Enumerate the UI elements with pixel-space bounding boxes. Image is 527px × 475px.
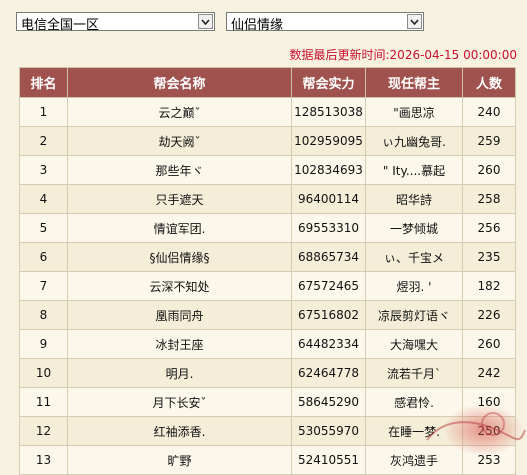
server-select-value: 电信全国一区 [21, 18, 100, 33]
cell-rank: 1 [19, 97, 68, 127]
guild-select[interactable]: 仙侣情缘 [226, 12, 424, 33]
col-header-guild[interactable]: 帮会名称 [67, 67, 292, 98]
cell-guild: 月下长安ˇ [67, 387, 292, 417]
cell-leader: 大海嘿大 [365, 329, 463, 359]
cell-power: 64482334 [291, 329, 366, 359]
cell-members: 260 [462, 155, 516, 185]
cell-leader: 流若千月` [365, 358, 463, 388]
col-header-leader[interactable]: 现任帮主 [365, 67, 463, 98]
cell-members: 253 [462, 445, 516, 475]
chevron-down-icon[interactable] [198, 14, 213, 29]
table-row[interactable]: 11 月下长安ˇ 58645290 感君怜. 160 [19, 387, 516, 417]
chevron-down-icon[interactable] [407, 14, 422, 29]
cell-power: 102959095 [291, 126, 366, 156]
guild-ranking-table: 排名 帮会名称 帮会实力 现任帮主 人数 1 云之巅ˇ 128513038 "画思凉 2… [19, 67, 516, 475]
cell-rank: 10 [19, 358, 68, 388]
cell-members: 258 [462, 184, 516, 214]
cell-rank: 9 [19, 329, 68, 359]
cell-power: 58645290 [291, 387, 366, 417]
cell-guild: 云之巅ˇ [67, 97, 292, 127]
cell-guild: 冰封王座 [67, 329, 292, 359]
cell-members: 182 [462, 271, 516, 301]
cell-leader: 在睡一梦. [365, 416, 463, 446]
cell-power: 68865734 [291, 242, 366, 272]
cell-power: 62464778 [291, 358, 366, 388]
cell-rank: 13 [19, 445, 68, 475]
cell-guild: 明月. [67, 358, 292, 388]
cell-power: 96400114 [291, 184, 366, 214]
cell-rank: 6 [19, 242, 68, 272]
cell-members: 240 [462, 97, 516, 127]
cell-guild: 那些年ヾ [67, 155, 292, 185]
cell-rank: 8 [19, 300, 68, 330]
cell-guild: 凰雨同舟 [67, 300, 292, 330]
cell-members: 259 [462, 126, 516, 156]
cell-leader: 一梦倾城 [365, 213, 463, 243]
cell-leader: ぃ九幽兔哥. [365, 126, 463, 156]
cell-leader: 灰鸿遗手 [365, 445, 463, 475]
update-time-value: 2026-04-15 00:00:00 [389, 48, 517, 62]
cell-members: 235 [462, 242, 516, 272]
col-header-rank[interactable]: 排名 [19, 67, 68, 98]
table-row[interactable]: 7 云深不知处 67572465 煜羽. ' 182 [19, 271, 516, 301]
cell-leader: 感君怜. [365, 387, 463, 417]
cell-rank: 4 [19, 184, 68, 214]
cell-guild: 劫天阙ˇ [67, 126, 292, 156]
cell-guild: 情谊军团. [67, 213, 292, 243]
cell-power: 102834693 [291, 155, 366, 185]
update-time-label: 数据最后更新时间: [289, 48, 390, 62]
cell-guild: 只手遮天 [67, 184, 292, 214]
cell-members: 250 [462, 416, 516, 446]
cell-power: 69553310 [291, 213, 366, 243]
cell-members: 226 [462, 300, 516, 330]
table-row[interactable]: 6 §仙侣情缘§ 68865734 ぃ、千宝メ 235 [19, 242, 516, 272]
cell-rank: 5 [19, 213, 68, 243]
cell-rank: 11 [19, 387, 68, 417]
cell-power: 67572465 [291, 271, 366, 301]
table-row[interactable]: 8 凰雨同舟 67516802 凉辰剪灯语ヾ 226 [19, 300, 516, 330]
cell-guild: 红袖添香. [67, 416, 292, 446]
cell-leader: " Ity....慕起 [365, 155, 463, 185]
cell-power: 67516802 [291, 300, 366, 330]
table-row[interactable]: 5 情谊军团. 69553310 一梦倾城 256 [19, 213, 516, 243]
cell-rank: 7 [19, 271, 68, 301]
cell-guild: 云深不知处 [67, 271, 292, 301]
update-time: 数据最后更新时间:2026-04-15 00:00:00 [290, 46, 518, 63]
cell-leader: "画思凉 [365, 97, 463, 127]
cell-guild: 旷野 [67, 445, 292, 475]
cell-power: 53055970 [291, 416, 366, 446]
cell-rank: 2 [19, 126, 68, 156]
cell-members: 256 [462, 213, 516, 243]
cell-leader: 煜羽. ' [365, 271, 463, 301]
table-row[interactable]: 3 那些年ヾ 102834693 " Ity....慕起 260 [19, 155, 516, 185]
cell-power: 52410551 [291, 445, 366, 475]
guild-select-value: 仙侣情缘 [231, 18, 284, 33]
cell-members: 260 [462, 329, 516, 359]
cell-guild: §仙侣情缘§ [67, 242, 292, 272]
table-header-row: 排名 帮会名称 帮会实力 现任帮主 人数 [19, 67, 516, 98]
cell-members: 160 [462, 387, 516, 417]
table-row[interactable]: 13 旷野 52410551 灰鸿遗手 253 [19, 445, 516, 475]
col-header-members[interactable]: 人数 [462, 67, 516, 98]
col-header-power[interactable]: 帮会实力 [291, 67, 366, 98]
cell-leader: 昭华詩 [365, 184, 463, 214]
cell-rank: 3 [19, 155, 68, 185]
cell-members: 242 [462, 358, 516, 388]
cell-leader: 凉辰剪灯语ヾ [365, 300, 463, 330]
table-row[interactable]: 9 冰封王座 64482334 大海嘿大 260 [19, 329, 516, 359]
table-row[interactable]: 12 红袖添香. 53055970 在睡一梦. 250 [19, 416, 516, 446]
server-select[interactable]: 电信全国一区 [16, 12, 215, 33]
cell-rank: 12 [19, 416, 68, 446]
table-row[interactable]: 1 云之巅ˇ 128513038 "画思凉 240 [19, 97, 516, 127]
table-row[interactable]: 4 只手遮天 96400114 昭华詩 258 [19, 184, 516, 214]
table-row[interactable]: 10 明月. 62464778 流若千月` 242 [19, 358, 516, 388]
cell-leader: ぃ、千宝メ [365, 242, 463, 272]
table-row[interactable]: 2 劫天阙ˇ 102959095 ぃ九幽兔哥. 259 [19, 126, 516, 156]
cell-power: 128513038 [291, 97, 366, 127]
